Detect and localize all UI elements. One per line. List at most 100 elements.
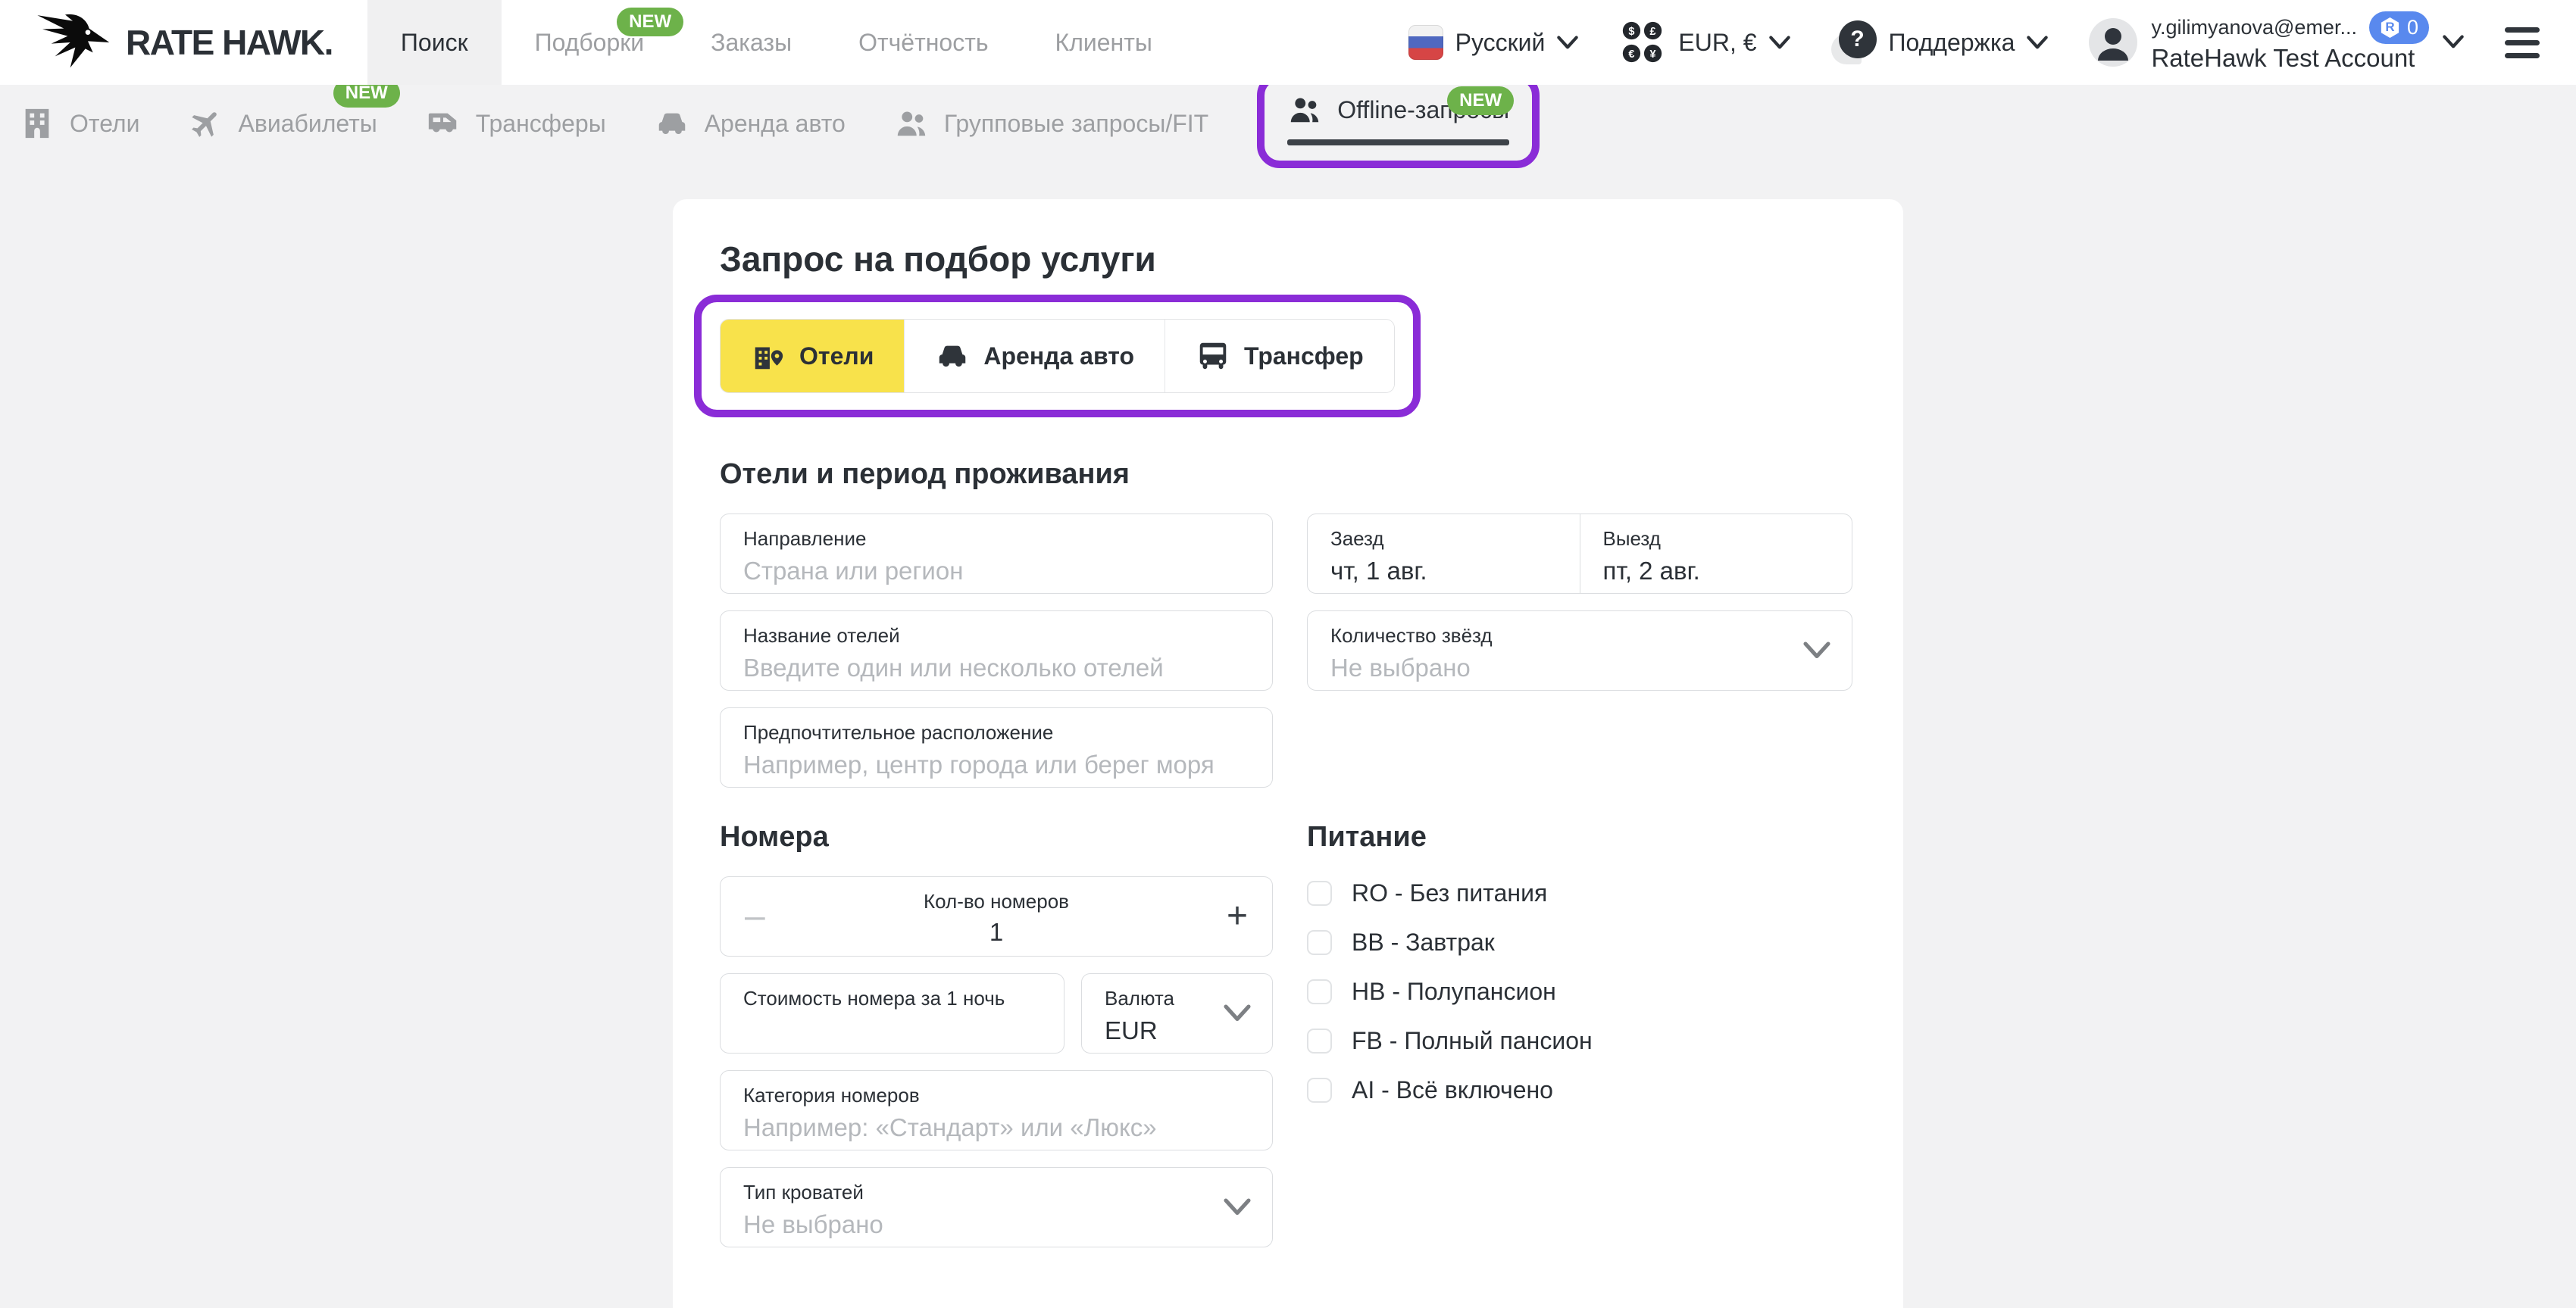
bed-type-value: Не выбрано	[743, 1210, 1249, 1239]
tab-hotels[interactable]: Отели	[721, 320, 904, 392]
field-label: Количество звёзд	[1330, 624, 1829, 648]
ratehawk-logo[interactable]: RATE HAWK.	[0, 0, 367, 85]
avatar	[2089, 18, 2137, 67]
meal-label: RO - Без питания	[1352, 879, 1547, 907]
chevron-down-icon	[1803, 642, 1830, 660]
nav-label: Клиенты	[1055, 29, 1152, 57]
service-tab-group-requests[interactable]: Групповые запросы/FIT	[894, 106, 1208, 141]
meal-option-hb[interactable]: HB - Полупансион	[1307, 978, 1852, 1006]
meal-label: HB - Полупансион	[1352, 978, 1556, 1006]
field-label: Заезд	[1330, 527, 1557, 551]
rooms-count-stepper: Кол-во номеров 1 – +	[720, 876, 1273, 957]
chevron-down-icon	[1769, 36, 1790, 50]
hawk-icon	[35, 10, 111, 75]
nav-item-reports[interactable]: Отчётность	[825, 0, 1021, 85]
nav-item-clients[interactable]: Клиенты	[1022, 0, 1186, 85]
service-label: Трансферы	[476, 110, 606, 138]
shuttle-van-icon	[426, 106, 461, 141]
language-label: Русский	[1455, 29, 1546, 57]
svg-text:¥: ¥	[1650, 48, 1657, 61]
hamburger-menu-button[interactable]	[2505, 23, 2540, 63]
price-currency-row: Стоимость номера за 1 ночь Валюта EUR	[720, 973, 1273, 1054]
tab-label: Отели	[799, 342, 874, 370]
field-label: Выезд	[1603, 527, 1830, 551]
annotation-ring-service-type: Отели Аренда авто Трансфер	[694, 295, 1421, 417]
decrease-rooms-button[interactable]: –	[745, 898, 765, 935]
bed-type-select[interactable]: Тип кроватей Не выбрано	[720, 1167, 1273, 1247]
loyalty-badge: R 0	[2369, 11, 2429, 45]
people-icon	[894, 106, 929, 141]
account-name: RateHawk Test Account	[2151, 44, 2429, 73]
tab-label: Аренда авто	[983, 342, 1134, 370]
service-label: Отели	[70, 110, 139, 138]
checkbox[interactable]	[1307, 1078, 1332, 1103]
field-label: Предпочтительное расположение	[743, 721, 1249, 745]
dates-field[interactable]: Заезд чт, 1 авг. Выезд пт, 2 авг.	[1307, 514, 1852, 594]
tab-car-rental[interactable]: Аренда авто	[904, 320, 1165, 392]
tab-label: Трансфер	[1244, 342, 1364, 370]
increase-rooms-button[interactable]: +	[1227, 898, 1248, 935]
meal-option-ai[interactable]: AI - Всё включено	[1307, 1076, 1852, 1104]
service-tab-transfers[interactable]: Трансферы	[426, 106, 606, 141]
chevron-down-icon	[1557, 36, 1578, 50]
hotel-names-field[interactable]: Название отелей Введите один или несколь…	[720, 610, 1273, 691]
nav-label: Отчётность	[858, 29, 988, 57]
meal-option-ro[interactable]: RO - Без питания	[1307, 879, 1852, 907]
stars-select[interactable]: Количество звёзд Не выбрано	[1307, 610, 1852, 691]
nav-item-search[interactable]: Поиск	[367, 0, 502, 85]
service-tab-car-rental[interactable]: Аренда авто	[655, 106, 846, 141]
russia-flag-icon	[1408, 25, 1443, 60]
meals-options: RO - Без питания BB - Завтрак HB - Полуп…	[1307, 876, 1852, 1104]
field-placeholder: Введите один или несколько отелей	[743, 654, 1249, 682]
room-category-field[interactable]: Категория номеров Например: «Стандарт» и…	[720, 1070, 1273, 1150]
account-menu[interactable]: y.gilimyanova@emer... R 0 RateHawk Test …	[2089, 11, 2464, 74]
svg-text:€: €	[1629, 48, 1635, 61]
field-placeholder: Например, центр города или берег моря	[743, 751, 1249, 779]
hotel-icon	[20, 106, 55, 141]
new-badge: NEW	[1447, 86, 1514, 115]
currency-select[interactable]: Валюта EUR	[1081, 973, 1273, 1054]
svg-text:£: £	[1650, 26, 1656, 38]
currency-label: EUR, €	[1678, 29, 1756, 57]
section-headings-row: Номера Питание	[720, 821, 1856, 854]
preferred-location-field[interactable]: Предпочтительное расположение Например, …	[720, 707, 1273, 788]
field-label: Категория номеров	[743, 1084, 1249, 1107]
account-email: y.gilimyanova@emer...	[2151, 16, 2357, 40]
top-bar: RATE HAWK. Поиск Подборки NEW Заказы Отч…	[0, 0, 2576, 85]
currencies-icon: $ £ € ¥	[1619, 19, 1666, 66]
nav-item-orders[interactable]: Заказы	[677, 0, 825, 85]
services-nav: Отели Авиабилеты NEW Трансферы Аренда ав…	[0, 85, 2576, 162]
currency-selector[interactable]: $ £ € ¥ EUR, €	[1619, 19, 1790, 66]
checkbox[interactable]	[1307, 1029, 1332, 1054]
checkin-field[interactable]: Заезд чт, 1 авг.	[1308, 514, 1580, 593]
tab-transfer[interactable]: Трансфер	[1165, 320, 1394, 392]
checkout-value: пт, 2 авг.	[1603, 557, 1830, 585]
destination-field[interactable]: Направление Страна или регион	[720, 514, 1273, 594]
section-heading-rooms: Номера	[720, 821, 1307, 854]
taxi-icon	[935, 339, 970, 373]
section-heading-hotels: Отели и период проживания	[720, 458, 1856, 491]
chevron-down-icon	[1224, 1004, 1251, 1022]
account-info: y.gilimyanova@emer... R 0 RateHawk Test …	[2151, 11, 2429, 74]
service-tab-hotels[interactable]: Отели	[20, 106, 139, 141]
language-selector[interactable]: Русский	[1408, 25, 1579, 60]
room-price-field[interactable]: Стоимость номера за 1 ночь	[720, 973, 1064, 1054]
section-heading-meals: Питание	[1307, 821, 1427, 854]
checkbox[interactable]	[1307, 881, 1332, 906]
checkbox[interactable]	[1307, 930, 1332, 955]
support-label: Поддержка	[1889, 29, 2015, 57]
checkout-field[interactable]: Выезд пт, 2 авг.	[1580, 514, 1852, 593]
meal-option-bb[interactable]: BB - Завтрак	[1307, 929, 1852, 957]
meal-option-fb[interactable]: FB - Полный пансион	[1307, 1027, 1852, 1055]
car-icon	[655, 106, 689, 141]
support-menu[interactable]: ? Поддержка	[1831, 20, 2049, 64]
people-icon	[1287, 92, 1322, 127]
nav-item-collections[interactable]: Подборки NEW	[502, 0, 678, 85]
chevron-down-icon	[2027, 36, 2048, 50]
service-tab-flights[interactable]: Авиабилеты NEW	[188, 106, 377, 141]
request-form-card: Запрос на подбор услуги Отели Аренда авт…	[673, 199, 1903, 1308]
field-label: Название отелей	[743, 624, 1249, 648]
field-placeholder: Страна или регион	[743, 557, 1249, 585]
checkbox[interactable]	[1307, 979, 1332, 1004]
bus-icon	[1196, 339, 1230, 373]
